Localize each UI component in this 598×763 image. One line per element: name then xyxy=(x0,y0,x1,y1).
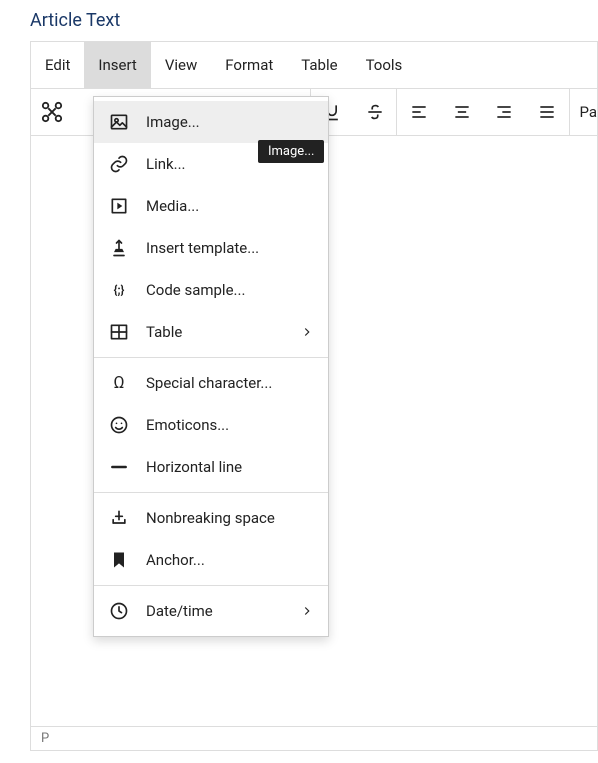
menu-item-emoticons[interactable]: Emoticons... xyxy=(94,404,328,446)
menu-item-label: Table xyxy=(146,323,300,341)
menu-item-special-character[interactable]: Ω Special character... xyxy=(94,362,328,404)
toolbar-align-justify-button[interactable] xyxy=(526,89,569,135)
menu-item-label: Special character... xyxy=(146,374,314,392)
page-title: Article Text xyxy=(0,0,598,41)
toolbar-align-left-button[interactable] xyxy=(397,89,440,135)
nonbreaking-icon xyxy=(108,507,130,529)
menu-item-label: Horizontal line xyxy=(146,458,314,476)
menubar-item-table[interactable]: Table xyxy=(287,42,351,88)
align-left-icon xyxy=(409,102,429,122)
template-icon xyxy=(108,237,130,259)
toolbar-align-right-button[interactable] xyxy=(483,89,526,135)
svg-text:{;}: {;} xyxy=(114,283,125,297)
chevron-right-icon xyxy=(300,604,314,618)
menu-item-anchor[interactable]: Anchor... xyxy=(94,539,328,581)
menu-item-code-sample[interactable]: {;} Code sample... xyxy=(94,269,328,311)
code-sample-icon: {;} xyxy=(108,279,130,301)
toolbar-joomla-button[interactable] xyxy=(31,89,74,135)
chevron-right-icon xyxy=(300,325,314,339)
menu-item-label: Date/time xyxy=(146,602,300,620)
align-right-icon xyxy=(494,102,514,122)
strikethrough-icon xyxy=(365,102,385,122)
status-path[interactable]: P xyxy=(41,731,49,746)
toolbar-paragraph-select[interactable]: Pa xyxy=(569,89,597,135)
menu-item-date-time[interactable]: Date/time xyxy=(94,590,328,632)
menubar-item-view[interactable]: View xyxy=(151,42,211,88)
joomla-icon xyxy=(41,101,63,123)
menu-item-insert-template[interactable]: Insert template... xyxy=(94,227,328,269)
menu-item-label: Anchor... xyxy=(146,551,314,569)
horizontal-line-icon xyxy=(108,456,130,478)
menu-item-table[interactable]: Table xyxy=(94,311,328,353)
anchor-icon xyxy=(108,549,130,571)
emoticon-icon xyxy=(108,414,130,436)
insert-menu-dropdown: Image...Link...Media...Insert template..… xyxy=(93,96,329,637)
omega-icon: Ω xyxy=(108,372,130,394)
align-justify-icon xyxy=(537,102,557,122)
menubar-item-format[interactable]: Format xyxy=(211,42,287,88)
dropdown-divider xyxy=(94,357,328,358)
link-icon xyxy=(108,153,130,175)
menubar-item-insert[interactable]: Insert xyxy=(84,42,150,88)
align-center-icon xyxy=(452,102,472,122)
menubar-item-edit[interactable]: Edit xyxy=(31,42,84,88)
menubar-item-tools[interactable]: Tools xyxy=(352,42,417,88)
menu-item-label: Media... xyxy=(146,197,314,215)
menu-item-label: Code sample... xyxy=(146,281,314,299)
menu-item-label: Nonbreaking space xyxy=(146,509,314,527)
toolbar-align-center-button[interactable] xyxy=(440,89,483,135)
menubar: EditInsertViewFormatTableTools xyxy=(31,42,597,88)
toolbar-strike-button[interactable] xyxy=(354,89,397,135)
dropdown-divider xyxy=(94,492,328,493)
svg-text:Ω: Ω xyxy=(113,374,124,393)
menu-item-label: Emoticons... xyxy=(146,416,314,434)
table-icon xyxy=(108,321,130,343)
menu-item-nonbreaking-space[interactable]: Nonbreaking space xyxy=(94,497,328,539)
menu-item-label: Insert template... xyxy=(146,239,314,257)
media-icon xyxy=(108,195,130,217)
menu-item-horizontal-line[interactable]: Horizontal line xyxy=(94,446,328,488)
dropdown-divider xyxy=(94,585,328,586)
menu-item-label: Image... xyxy=(146,113,314,131)
image-icon xyxy=(108,111,130,133)
clock-icon xyxy=(108,600,130,622)
menu-item-media[interactable]: Media... xyxy=(94,185,328,227)
status-bar: P xyxy=(31,726,597,750)
menu-item-image[interactable]: Image... xyxy=(94,101,328,143)
tooltip: Image... xyxy=(258,140,324,163)
